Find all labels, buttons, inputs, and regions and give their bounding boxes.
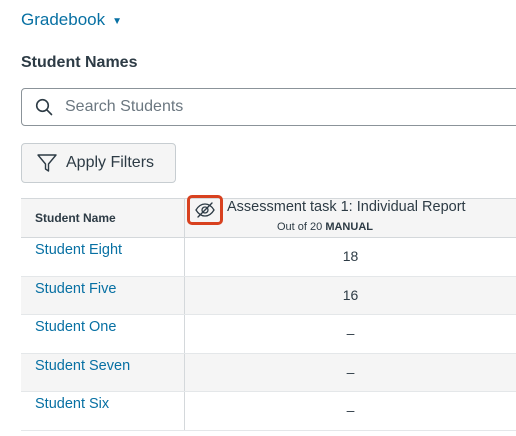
student-name-link[interactable]: Student One [21,315,185,353]
assignment-title: Assessment task 1: Individual Report [227,199,466,215]
grade-cell[interactable]: – [185,392,516,430]
student-name-link[interactable]: Student Five [21,276,185,315]
student-name-link[interactable]: Student Eight [21,238,185,276]
table-row: Student Seven – [21,353,516,393]
gradebook-menu-label: Gradebook [21,10,106,29]
apply-filters-button[interactable]: Apply Filters [21,143,176,183]
section-title: Student Names [21,54,138,71]
caret-down-icon: ▼ [112,16,123,27]
assignment-header[interactable]: Assessment task 1: Individual Report Out… [185,195,516,237]
assignment-mode: MANUAL [325,221,373,233]
gradebook-page: Gradebook ▼ Student Names Apply Filters … [0,0,516,436]
search-icon [35,98,53,116]
search-input[interactable] [65,98,465,116]
filter-icon [36,152,58,174]
gradebook-grid: Student Name Assessment task 1: Individu… [21,195,516,431]
table-row: Student Five 16 [21,276,516,316]
grade-cell[interactable]: 16 [185,277,516,315]
eye-off-icon [195,202,215,218]
hidden-assignment-button[interactable] [187,195,223,225]
grade-cell[interactable]: – [185,354,516,392]
table-row: Student One – [21,315,516,354]
grid-header: Student Name Assessment task 1: Individu… [21,195,516,238]
assignment-subtitle: Out of 20 MANUAL [277,221,373,233]
gradebook-menu[interactable]: Gradebook ▼ [21,10,122,30]
student-name-link[interactable]: Student Six [21,392,185,430]
table-row: Student Eight 18 [21,238,516,277]
student-name-link[interactable]: Student Seven [21,353,185,392]
grade-cell[interactable]: – [185,315,516,353]
assignment-points: Out of 20 [277,221,323,233]
table-row: Student Six – [21,392,516,431]
grade-cell[interactable]: 18 [185,238,516,276]
search-box[interactable] [21,88,516,126]
student-name-header-label: Student Name [35,211,116,225]
student-name-header[interactable]: Student Name [21,199,185,237]
apply-filters-label: Apply Filters [66,154,155,171]
